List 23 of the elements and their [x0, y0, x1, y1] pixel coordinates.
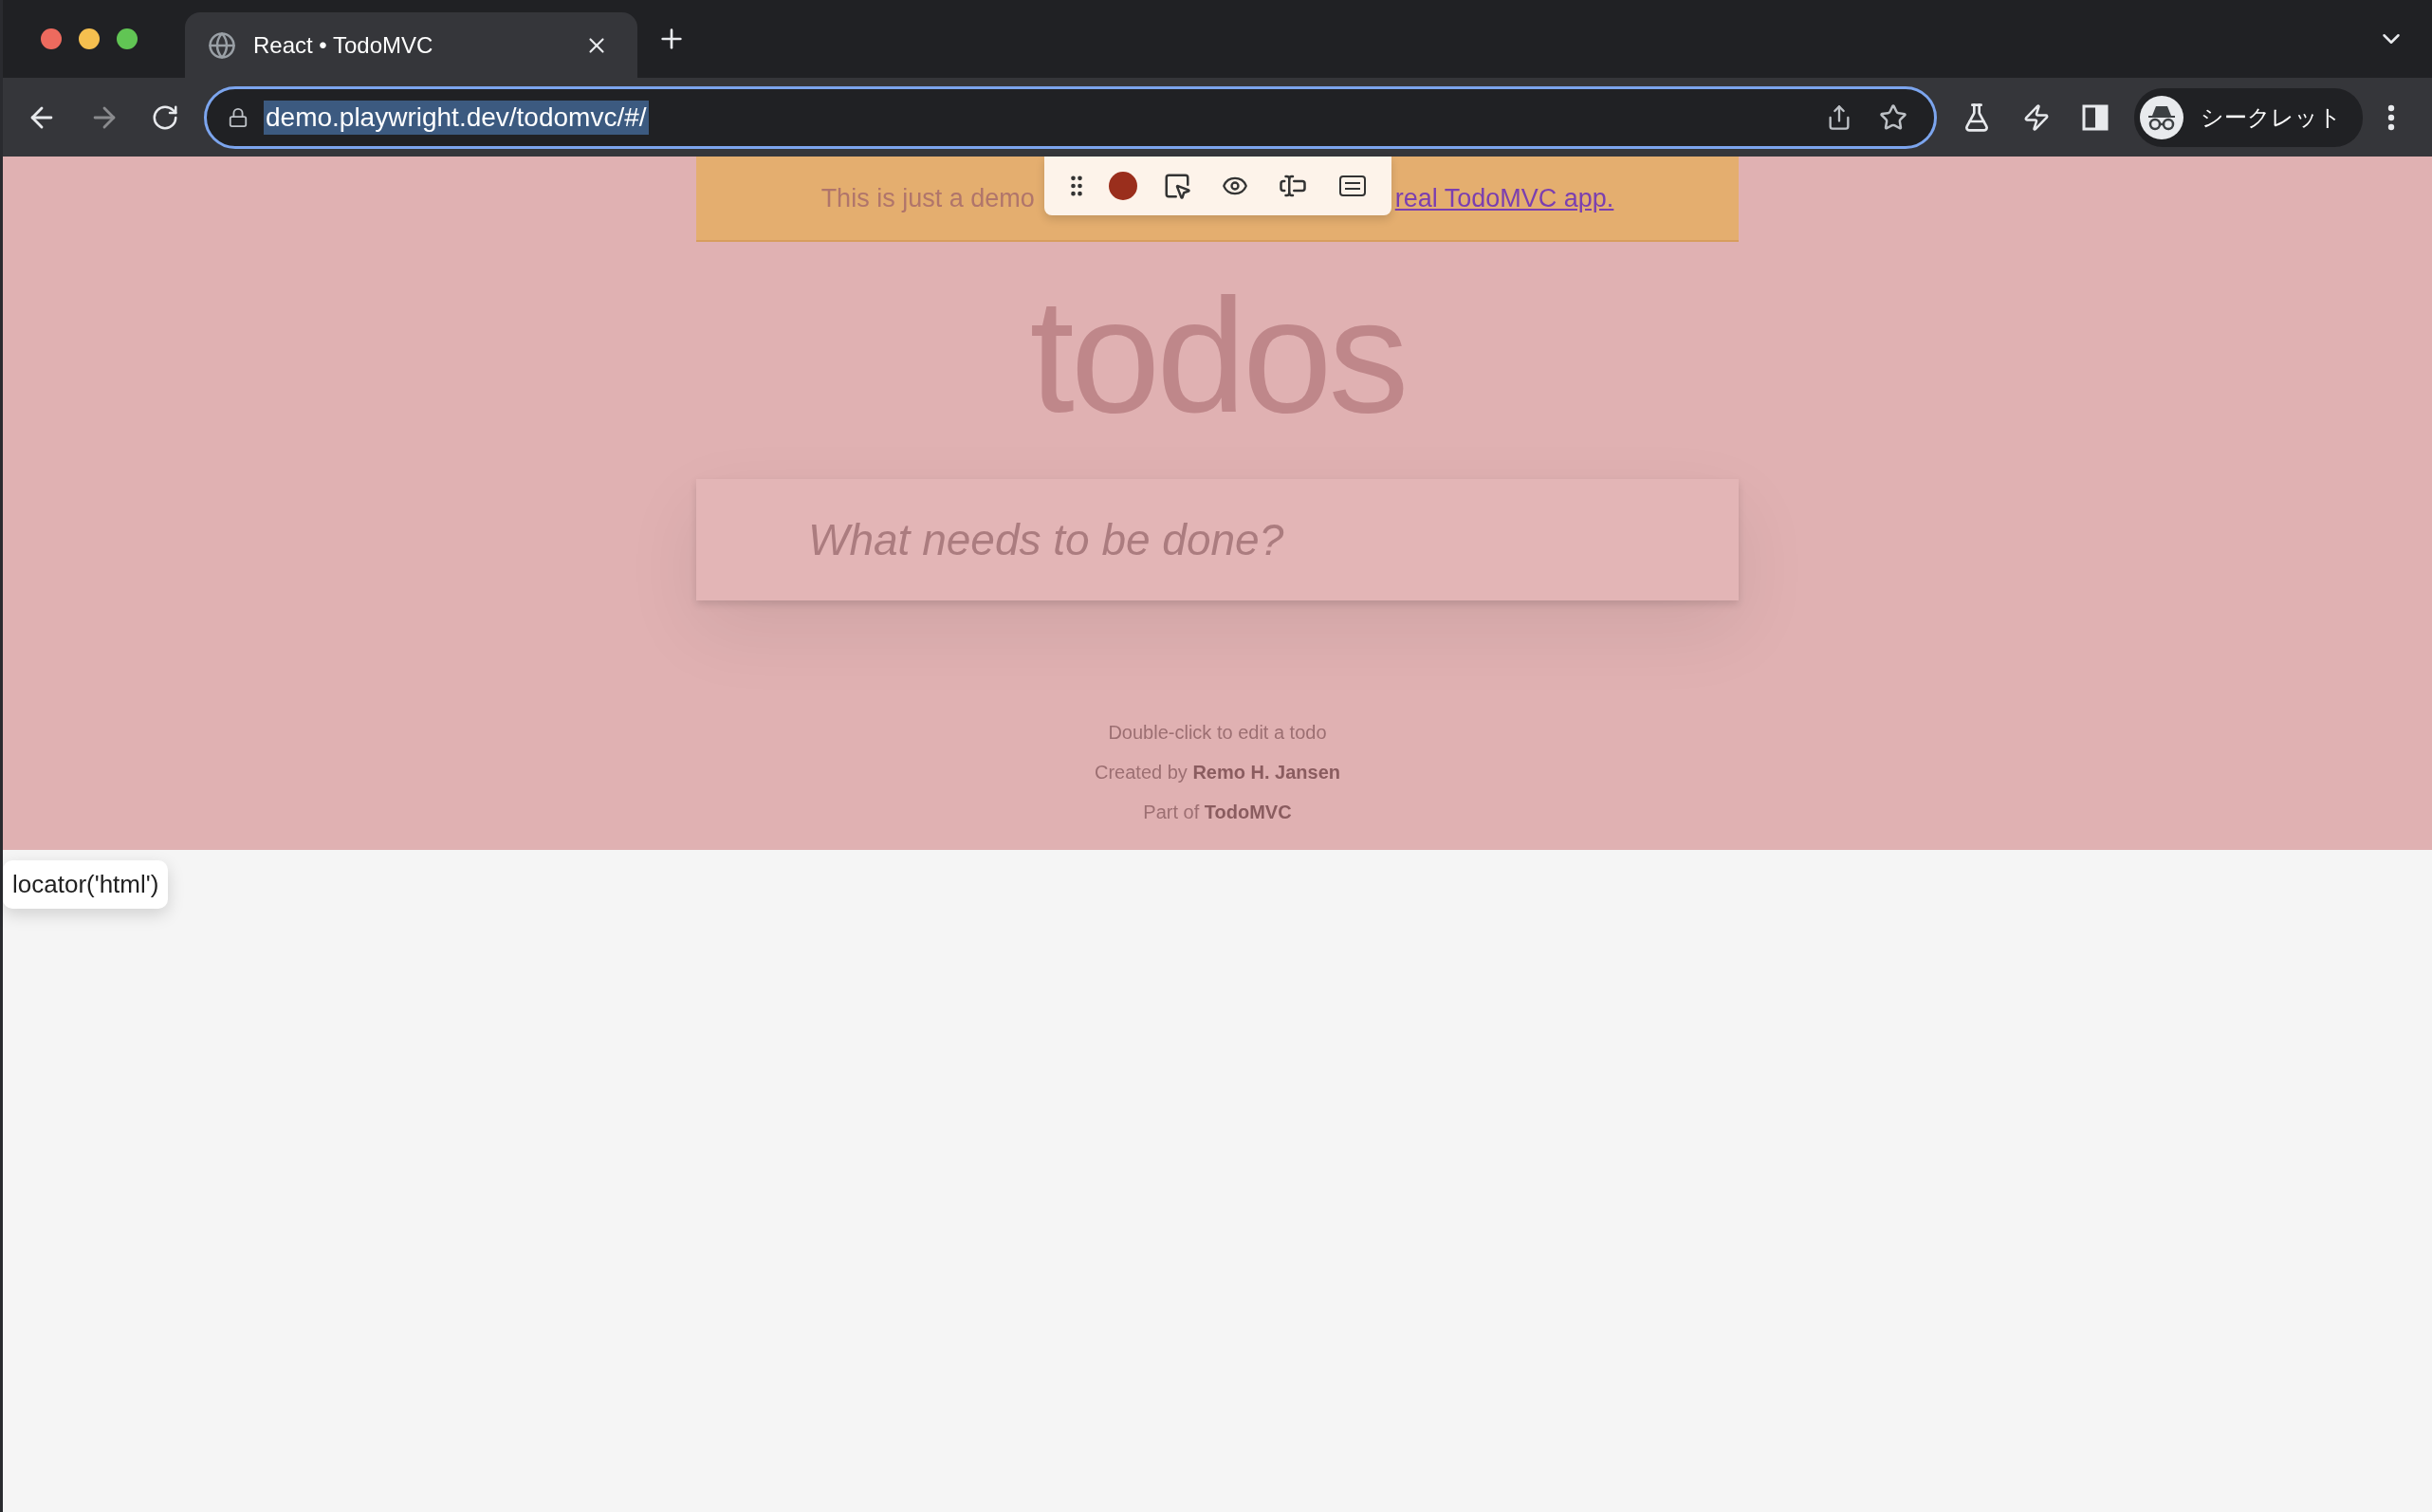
lock-icon — [228, 106, 249, 128]
minimize-window-button[interactable] — [79, 28, 100, 49]
lightning-icon — [2022, 102, 2051, 132]
record-button[interactable] — [1109, 172, 1138, 200]
more-icon — [2387, 103, 2395, 131]
footer-credit: Part of TodoMVC — [1143, 802, 1292, 823]
locator-tooltip: locator('html') — [3, 860, 169, 909]
star-icon — [1879, 102, 1907, 132]
incognito-icon — [2146, 103, 2177, 131]
text-lines-icon — [1337, 175, 1367, 197]
globe-icon — [208, 30, 236, 60]
side-panel-icon — [2081, 102, 2110, 132]
tab-title: React • TodoMVC — [253, 31, 434, 59]
maximize-window-button[interactable] — [117, 28, 138, 49]
browser-tab[interactable]: React • TodoMVC — [185, 12, 637, 78]
banner-text: This is just a demo — [820, 183, 1035, 213]
url-text: demo.playwright.dev/todomvc/#/ — [264, 100, 649, 135]
close-window-button[interactable] — [41, 28, 62, 49]
footer-credit: Created by Remo H. Jansen — [1095, 762, 1340, 784]
address-bar[interactable]: demo.playwright.dev/todomvc/#/ — [204, 85, 1937, 149]
footer-hint: Double-click to edit a todo — [1108, 722, 1327, 744]
profile-button[interactable]: シークレット — [2134, 87, 2363, 147]
new-todo-field[interactable]: What needs to be done? — [696, 479, 1739, 600]
